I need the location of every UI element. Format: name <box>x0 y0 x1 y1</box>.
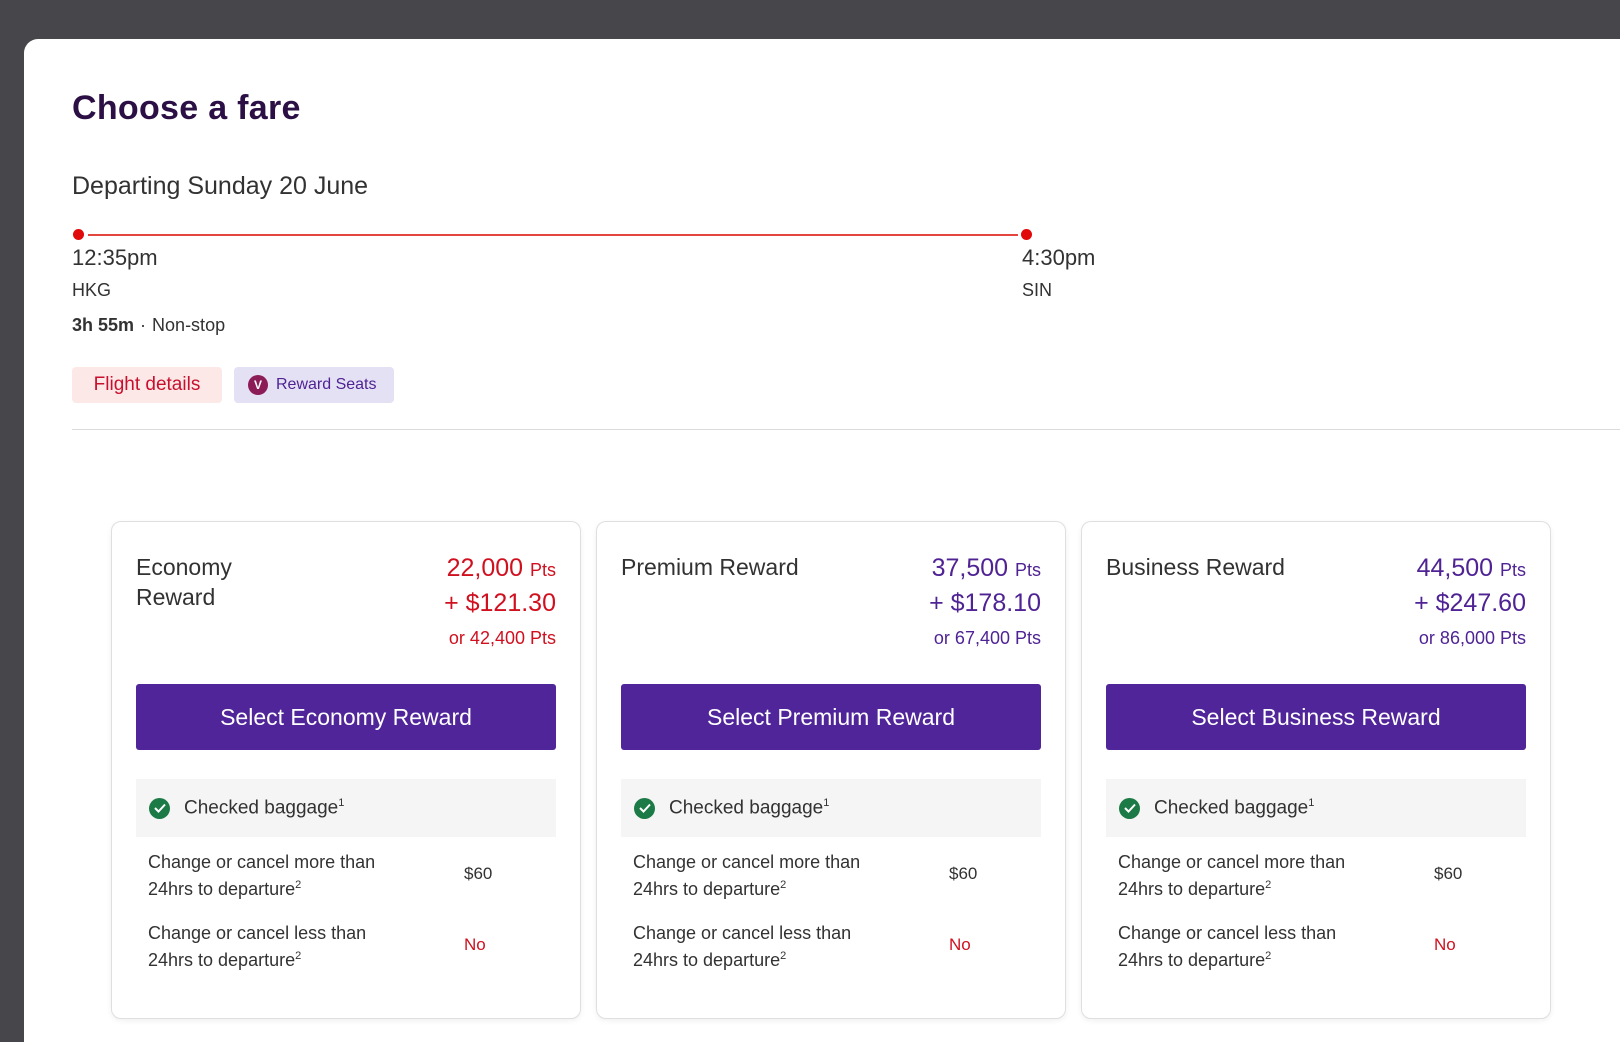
fare-cash: + $121.30 <box>444 589 556 617</box>
change-less-value: No <box>464 935 486 954</box>
fare-cash: + $247.60 <box>1414 589 1526 617</box>
reward-seats-label: Reward Seats <box>276 376 377 393</box>
baggage-label: Checked baggage1 <box>184 796 345 819</box>
duration-row: 3h 55m · Non-stop <box>72 315 225 336</box>
points-value: 37,500 <box>931 554 1009 582</box>
change-less-row: Change or cancel less than 24hrs to depa… <box>148 922 548 970</box>
fare-title: Premium Reward <box>621 554 799 580</box>
fare-cash: + $178.10 <box>929 589 1041 617</box>
timeline-line <box>88 234 1018 236</box>
fare-panel: Choose a fare Departing Sunday 20 June 1… <box>24 39 1620 1042</box>
fare-card-economy: Economy Reward 22,000 Pts + $121.30 or 4… <box>111 521 581 1019</box>
change-less-label: Change or cancel less than 24hrs to depa… <box>148 923 367 970</box>
change-less-label: Change or cancel less than 24hrs to depa… <box>1118 923 1337 970</box>
fare-points: 44,500 Pts <box>1417 554 1526 583</box>
velocity-logo-icon: V <box>248 375 268 395</box>
change-less-row: Change or cancel less than 24hrs to depa… <box>633 922 1033 970</box>
baggage-label: Checked baggage1 <box>1154 796 1315 819</box>
change-more-label: Change or cancel more than 24hrs to depa… <box>1118 852 1346 899</box>
fare-alt-points: or 42,400 Pts <box>448 628 556 648</box>
flight-details-button[interactable]: Flight details <box>72 367 222 403</box>
flight-timeline <box>72 229 1032 240</box>
change-more-value: $60 <box>464 864 493 883</box>
change-more-value: $60 <box>949 864 978 883</box>
fare-card-business: Business Reward 44,500 Pts + $247.60 or … <box>1081 521 1551 1019</box>
change-more-row: Change or cancel more than 24hrs to depa… <box>148 851 548 899</box>
select-premium-button[interactable]: Select Premium Reward <box>621 684 1041 750</box>
select-economy-button[interactable]: Select Economy Reward <box>136 684 556 750</box>
reward-seats-tag: V Reward Seats <box>234 367 394 403</box>
fare-title: Business Reward <box>1106 554 1285 580</box>
change-more-label: Change or cancel more than 24hrs to depa… <box>633 852 861 899</box>
change-more-value: $60 <box>1434 864 1463 883</box>
flight-details-label: Flight details <box>93 374 201 395</box>
check-circle-icon <box>634 797 655 819</box>
check-circle-icon <box>149 797 170 819</box>
fare-title: Economy Reward <box>136 554 232 610</box>
baggage-row: Checked baggage1 <box>621 779 1041 837</box>
departure-time: 12:35pm <box>72 245 158 270</box>
departure-dot <box>73 229 84 240</box>
fare-alt-points: or 86,000 Pts <box>1418 628 1526 648</box>
baggage-row: Checked baggage1 <box>1106 779 1526 837</box>
points-value: 44,500 <box>1416 554 1494 582</box>
baggage-row: Checked baggage1 <box>136 779 556 837</box>
change-more-label: Change or cancel more than 24hrs to depa… <box>148 852 376 899</box>
points-unit: Pts <box>529 560 556 580</box>
fare-card-premium: Premium Reward 37,500 Pts + $178.10 or 6… <box>596 521 1066 1019</box>
duration-separator: · <box>140 315 147 335</box>
baggage-label: Checked baggage1 <box>669 796 830 819</box>
flight-duration: 3h 55m <box>72 315 135 335</box>
change-less-row: Change or cancel less than 24hrs to depa… <box>1118 922 1518 970</box>
change-more-row: Change or cancel more than 24hrs to depa… <box>1118 851 1518 899</box>
points-value: 22,000 <box>446 554 524 582</box>
arrival-time: 4:30pm <box>1022 245 1096 270</box>
change-more-row: Change or cancel more than 24hrs to depa… <box>633 851 1033 899</box>
change-less-value: No <box>1434 935 1456 954</box>
fare-points: 37,500 Pts <box>932 554 1041 583</box>
page-title: Choose a fare <box>72 89 301 127</box>
fare-points: 22,000 Pts <box>447 554 556 583</box>
section-divider <box>72 429 1620 430</box>
arrival-airport: SIN <box>1022 280 1053 300</box>
flight-stops: Non-stop <box>152 315 226 335</box>
fare-alt-points: or 67,400 Pts <box>933 628 1041 648</box>
points-unit: Pts <box>1014 560 1041 580</box>
select-business-button[interactable]: Select Business Reward <box>1106 684 1526 750</box>
departing-date: Departing Sunday 20 June <box>72 172 369 200</box>
change-less-label: Change or cancel less than 24hrs to depa… <box>633 923 852 970</box>
points-unit: Pts <box>1499 560 1526 580</box>
check-circle-icon <box>1119 797 1140 819</box>
change-less-value: No <box>949 935 971 954</box>
departure-airport: HKG <box>72 280 112 300</box>
arrival-dot <box>1021 229 1032 240</box>
